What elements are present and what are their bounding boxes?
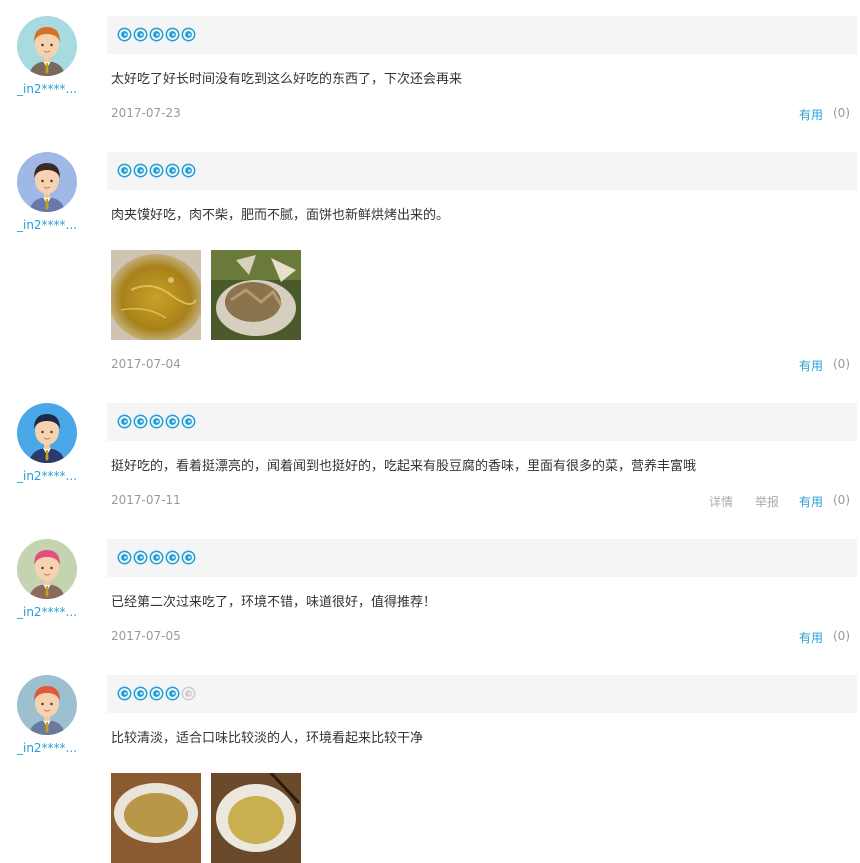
username-link[interactable]: _in2****...: [12, 82, 82, 96]
useful-count: (0): [833, 493, 850, 507]
rating-empty-icon: [181, 686, 196, 701]
star-rating: [117, 550, 196, 566]
useful-count: (0): [833, 357, 850, 371]
review-actions: 有用 (0): [779, 357, 850, 374]
detail-link[interactable]: 详情: [709, 493, 733, 510]
person-icon: [17, 675, 77, 735]
rating-bar: [107, 403, 857, 441]
person-icon: [17, 403, 77, 463]
avatar[interactable]: [17, 16, 77, 76]
review-photo-meat[interactable]: [211, 250, 301, 340]
rating-filled-icon: [149, 163, 164, 178]
review-photo-noodles[interactable]: [211, 773, 301, 863]
useful-button[interactable]: 有用: [799, 493, 823, 510]
star-rating: [117, 163, 196, 179]
avatar[interactable]: [17, 539, 77, 599]
review-actions: 详情 举报 有用 (0): [687, 493, 850, 510]
star-rating: [117, 414, 196, 430]
rating-filled-icon: [117, 686, 132, 701]
username-link[interactable]: _in2****...: [12, 469, 82, 483]
rating-filled-icon: [133, 550, 148, 565]
avatar[interactable]: [17, 152, 77, 212]
useful-count: (0): [833, 106, 850, 120]
review-photos: [111, 250, 301, 340]
review-text: 太好吃了好长时间没有吃到这么好吃的东西了，下次还会再来: [111, 72, 463, 87]
rating-filled-icon: [117, 414, 132, 429]
report-link[interactable]: 举报: [755, 493, 779, 510]
rating-filled-icon: [133, 686, 148, 701]
username-link[interactable]: _in2****...: [12, 741, 82, 755]
rating-filled-icon: [181, 163, 196, 178]
rating-filled-icon: [165, 163, 180, 178]
rating-filled-icon: [133, 163, 148, 178]
rating-filled-icon: [117, 163, 132, 178]
useful-count: (0): [833, 629, 850, 643]
review-text: 已经第二次过来吃了，环境不错，味道很好，值得推荐！: [111, 595, 437, 610]
rating-filled-icon: [181, 550, 196, 565]
review-date: 2017-07-05: [111, 629, 181, 643]
rating-filled-icon: [133, 414, 148, 429]
rating-filled-icon: [133, 27, 148, 42]
rating-bar: [107, 16, 857, 54]
username-link[interactable]: _in2****...: [12, 605, 82, 619]
review-date: 2017-07-04: [111, 357, 181, 371]
useful-button[interactable]: 有用: [799, 357, 823, 374]
review-date: 2017-07-11: [111, 493, 181, 507]
rating-filled-icon: [165, 686, 180, 701]
rating-bar: [107, 675, 857, 713]
avatar[interactable]: [17, 403, 77, 463]
rating-filled-icon: [149, 414, 164, 429]
rating-filled-icon: [149, 550, 164, 565]
useful-button[interactable]: 有用: [799, 629, 823, 646]
useful-button[interactable]: 有用: [799, 106, 823, 123]
rating-filled-icon: [149, 686, 164, 701]
review-date: 2017-07-23: [111, 106, 181, 120]
review-text: 比较清淡，适合口味比较淡的人，环境看起来比较干净: [111, 731, 424, 746]
rating-bar: [107, 152, 857, 190]
rating-filled-icon: [165, 414, 180, 429]
person-icon: [17, 152, 77, 212]
rating-bar: [107, 539, 857, 577]
star-rating: [117, 27, 196, 43]
person-icon: [17, 539, 77, 599]
star-rating: [117, 686, 196, 702]
review-photo-bowl[interactable]: [111, 773, 201, 863]
rating-filled-icon: [149, 27, 164, 42]
rating-filled-icon: [165, 550, 180, 565]
review-photos: [111, 773, 301, 863]
review-actions: 有用 (0): [779, 629, 850, 646]
review-actions: 有用 (0): [779, 106, 850, 123]
review-text: 挺好吃的，看着挺漂亮的，闻着闻到也挺好的，吃起来有股豆腐的香味，里面有很多的菜，…: [111, 459, 697, 474]
rating-filled-icon: [165, 27, 180, 42]
person-icon: [17, 16, 77, 76]
review-text: 肉夹馍好吃，肉不柴，肥而不腻，面饼也新鲜烘烤出来的。: [111, 208, 450, 223]
avatar[interactable]: [17, 675, 77, 735]
rating-filled-icon: [181, 27, 196, 42]
username-link[interactable]: _in2****...: [12, 218, 82, 232]
rating-filled-icon: [181, 414, 196, 429]
review-photo-soup[interactable]: [111, 250, 201, 340]
rating-filled-icon: [117, 550, 132, 565]
rating-filled-icon: [117, 27, 132, 42]
